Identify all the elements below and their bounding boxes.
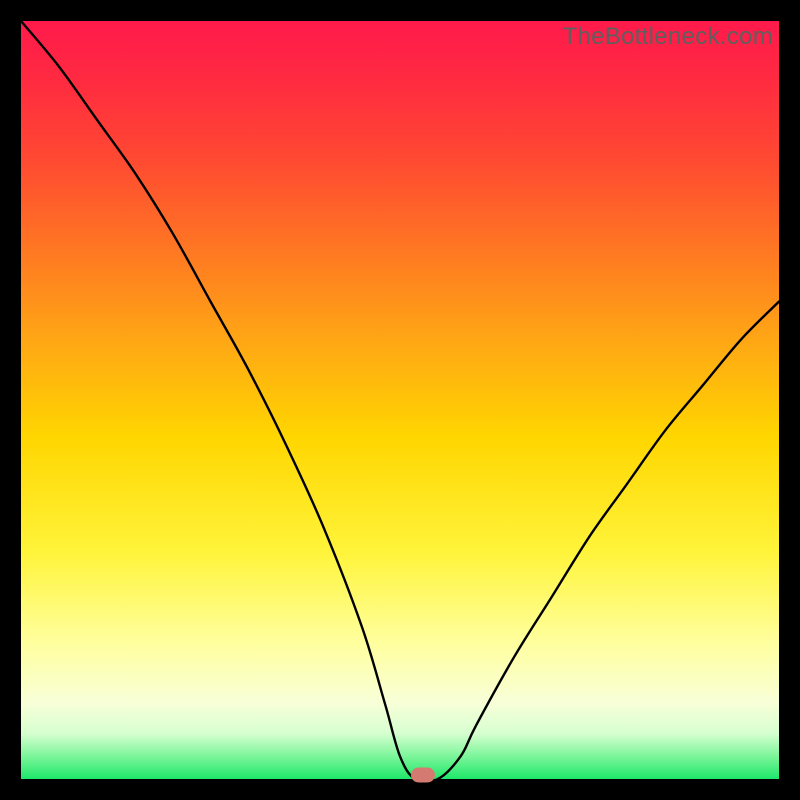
optimum-marker — [411, 768, 435, 783]
chart-frame: TheBottleneck.com — [0, 0, 800, 800]
chart-plot-area: TheBottleneck.com — [21, 21, 779, 779]
bottleneck-curve — [21, 21, 779, 779]
